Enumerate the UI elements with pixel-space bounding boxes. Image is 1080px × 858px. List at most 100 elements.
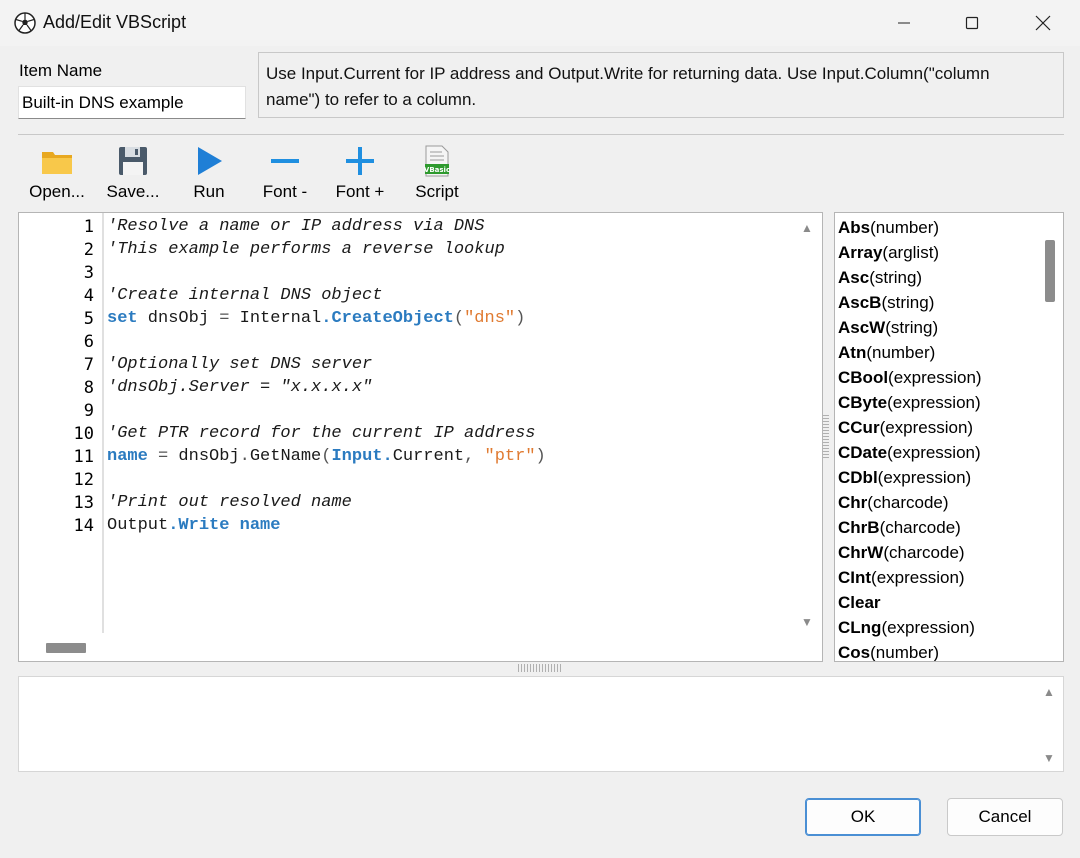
list-item[interactable]: Abs(number) bbox=[838, 218, 939, 238]
maximize-icon bbox=[965, 16, 979, 30]
code-token: Current bbox=[392, 447, 465, 466]
font-minus-label: Font - bbox=[262, 182, 308, 201]
scroll-up-arrow[interactable]: ▲ bbox=[801, 221, 813, 235]
folder-icon bbox=[39, 143, 75, 179]
operator-token: ) bbox=[535, 447, 546, 466]
list-item[interactable]: CDate(expression) bbox=[838, 443, 981, 463]
list-item[interactable]: Clear bbox=[838, 593, 881, 613]
line-number: 2 bbox=[83, 240, 94, 260]
hint-text-box: Use Input.Current for IP address and Out… bbox=[258, 52, 1064, 118]
string-token: "dns" bbox=[464, 309, 516, 328]
output-scroll-down-arrow[interactable]: ▼ bbox=[1043, 751, 1055, 765]
line-number: 12 bbox=[73, 470, 94, 490]
line-number: 13 bbox=[73, 493, 94, 513]
list-item[interactable]: AscW(string) bbox=[838, 318, 938, 338]
hint-line-2: name") to refer to a column. bbox=[266, 90, 477, 109]
window-title: Add/Edit VBScript bbox=[43, 12, 187, 32]
function-list-scrollbar[interactable] bbox=[1037, 213, 1063, 661]
save-button[interactable]: Save... bbox=[104, 143, 162, 205]
function-list[interactable]: Abs(number) Array(arglist) Asc(string) A… bbox=[834, 212, 1064, 662]
plus-icon bbox=[342, 143, 378, 179]
item-name-label: Item Name bbox=[19, 61, 103, 80]
code-token: GetName bbox=[249, 447, 322, 466]
code-line-7: 'Optionally set DNS server bbox=[107, 355, 373, 374]
cancel-button[interactable]: Cancel bbox=[947, 798, 1063, 836]
code-line-13: 'Print out resolved name bbox=[107, 493, 352, 512]
open-button[interactable]: Open... bbox=[27, 143, 87, 205]
code-token: Internal bbox=[229, 309, 322, 328]
list-item[interactable]: ChrW(charcode) bbox=[838, 543, 965, 563]
font-decrease-button[interactable]: Font - bbox=[258, 143, 312, 205]
horizontal-scrollbar-thumb[interactable] bbox=[46, 643, 86, 653]
list-item[interactable]: Array(arglist) bbox=[838, 243, 939, 263]
keyword-token: Input bbox=[331, 447, 383, 466]
script-label: Script bbox=[415, 182, 459, 201]
code-line-14: Output.Write name bbox=[107, 516, 280, 535]
maximize-button[interactable] bbox=[937, 0, 1007, 46]
font-increase-button[interactable]: Font + bbox=[331, 143, 389, 205]
code-line-4: 'Create internal DNS object bbox=[107, 286, 383, 305]
operator-token: ) bbox=[515, 309, 526, 328]
script-button[interactable]: VBasic Script bbox=[412, 143, 462, 205]
list-item[interactable]: CCur(expression) bbox=[838, 418, 973, 438]
soccer-ball-icon bbox=[14, 12, 36, 34]
operator-token: . bbox=[168, 516, 179, 535]
line-number: 8 bbox=[83, 378, 94, 398]
operator-token: ( bbox=[321, 447, 332, 466]
keyword-token: set bbox=[107, 309, 138, 328]
list-item[interactable]: CLng(expression) bbox=[838, 618, 975, 638]
list-item[interactable]: CBool(expression) bbox=[838, 368, 982, 388]
line-number: 6 bbox=[83, 332, 94, 352]
code-token: dnsObj bbox=[137, 309, 220, 328]
keyword-token: name bbox=[107, 447, 148, 466]
horizontal-splitter-handle[interactable] bbox=[518, 664, 562, 672]
list-item[interactable]: ChrB(charcode) bbox=[838, 518, 961, 538]
list-item[interactable]: CInt(expression) bbox=[838, 568, 965, 588]
line-number: 14 bbox=[73, 516, 94, 536]
font-plus-label: Font + bbox=[335, 182, 385, 201]
list-item[interactable]: AscB(string) bbox=[838, 293, 934, 313]
code-line-5: set dnsObj = Internal.CreateObject("dns"… bbox=[107, 309, 525, 328]
list-item[interactable]: Chr(charcode) bbox=[838, 493, 949, 513]
operator-token: = bbox=[147, 447, 179, 466]
operator-token: = bbox=[219, 309, 230, 328]
vbasic-script-icon: VBasic bbox=[419, 143, 455, 179]
operator-token: . bbox=[382, 447, 393, 466]
item-name-input[interactable]: Built-in DNS example bbox=[18, 86, 246, 119]
close-button[interactable] bbox=[1008, 0, 1078, 46]
run-label: Run bbox=[193, 182, 225, 201]
line-number-gutter: 1 2 3 4 5 6 7 8 9 10 11 12 13 14 bbox=[19, 213, 104, 633]
list-item[interactable]: CByte(expression) bbox=[838, 393, 981, 413]
minimize-icon bbox=[897, 16, 911, 30]
open-label: Open... bbox=[29, 182, 85, 201]
run-button[interactable]: Run bbox=[188, 143, 230, 205]
code-token: Output bbox=[107, 516, 169, 535]
ok-button[interactable]: OK bbox=[805, 798, 921, 836]
hint-line-1: Use Input.Current for IP address and Out… bbox=[266, 64, 990, 83]
function-token: CreateObject bbox=[331, 309, 454, 328]
vertical-splitter-handle[interactable] bbox=[823, 415, 829, 459]
list-item[interactable]: Cos(number) bbox=[838, 643, 939, 661]
separator bbox=[18, 134, 1064, 135]
scroll-down-arrow[interactable]: ▼ bbox=[801, 615, 813, 629]
scrollbar-thumb[interactable] bbox=[1045, 240, 1055, 302]
code-line-10: 'Get PTR record for the current IP addre… bbox=[107, 424, 536, 443]
minimize-button[interactable] bbox=[869, 0, 939, 46]
code-line-8: 'dnsObj.Server = "x.x.x.x" bbox=[107, 378, 373, 397]
list-item[interactable]: CDbl(expression) bbox=[838, 468, 971, 488]
code-editor[interactable]: 1 2 3 4 5 6 7 8 9 10 11 12 13 14 'Resolv… bbox=[18, 212, 823, 662]
output-pane[interactable]: ▲ ▼ bbox=[18, 676, 1064, 772]
output-scroll-up-arrow[interactable]: ▲ bbox=[1043, 685, 1055, 699]
line-number: 1 bbox=[83, 217, 94, 237]
line-number: 7 bbox=[83, 355, 94, 375]
line-number: 5 bbox=[83, 309, 94, 329]
operator-token: . bbox=[239, 447, 250, 466]
function-token: Write bbox=[178, 516, 230, 535]
string-token: "ptr" bbox=[484, 447, 536, 466]
list-item[interactable]: Atn(number) bbox=[838, 343, 935, 363]
vbasic-icon-text: VBasic bbox=[424, 166, 450, 174]
keyword-token: name bbox=[239, 516, 281, 535]
title-bar: Add/Edit VBScript bbox=[0, 0, 1080, 46]
floppy-disk-icon bbox=[115, 143, 151, 179]
list-item[interactable]: Asc(string) bbox=[838, 268, 922, 288]
